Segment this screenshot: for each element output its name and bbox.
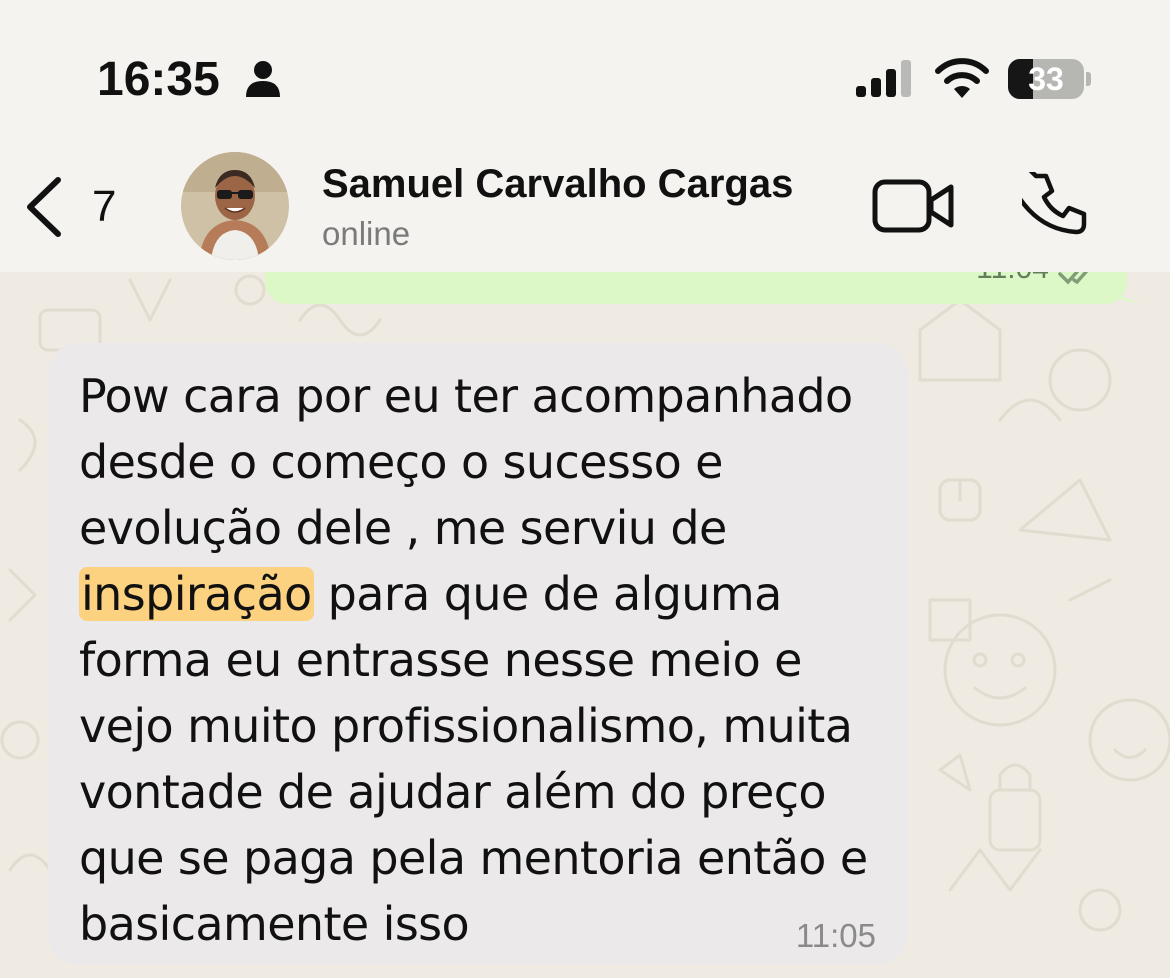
incoming-message[interactable]: Pow cara por eu ter acompanhado desde o … (48, 343, 908, 965)
battery-level: 33 (1028, 61, 1064, 97)
highlighted-word: inspiração (79, 567, 314, 621)
person-icon (246, 61, 280, 97)
status-time: 16:35 (97, 53, 220, 106)
video-call-icon[interactable] (872, 178, 956, 234)
battery-icon: 33 (1008, 59, 1084, 99)
avatar[interactable] (181, 152, 289, 260)
battery-cap (1086, 72, 1091, 86)
message-time: 11:05 (795, 917, 876, 954)
message-text-after: para que de alguma forma eu entrasse nes… (79, 567, 868, 951)
phone-call-icon[interactable] (1022, 172, 1088, 238)
message-text-before: Pow cara por eu ter acompanhado desde o … (79, 369, 853, 555)
top-bar: 16:35 33 7 Samuel Carvalho Cargas online (0, 0, 1170, 272)
message-text: Pow cara por eu ter acompanhado desde o … (79, 363, 879, 957)
signal-icon (856, 60, 911, 97)
unread-chats-count[interactable]: 7 (92, 182, 116, 232)
chat-screen: 11:04 16:35 33 (0, 0, 1170, 978)
contact-status: online (322, 215, 411, 252)
contact-photo (181, 152, 289, 260)
outgoing-bubble-tail (1112, 278, 1140, 303)
chevron-left-icon (27, 177, 61, 237)
contact-name[interactable]: Samuel Carvalho Cargas (322, 162, 793, 207)
wifi-icon (935, 58, 989, 98)
